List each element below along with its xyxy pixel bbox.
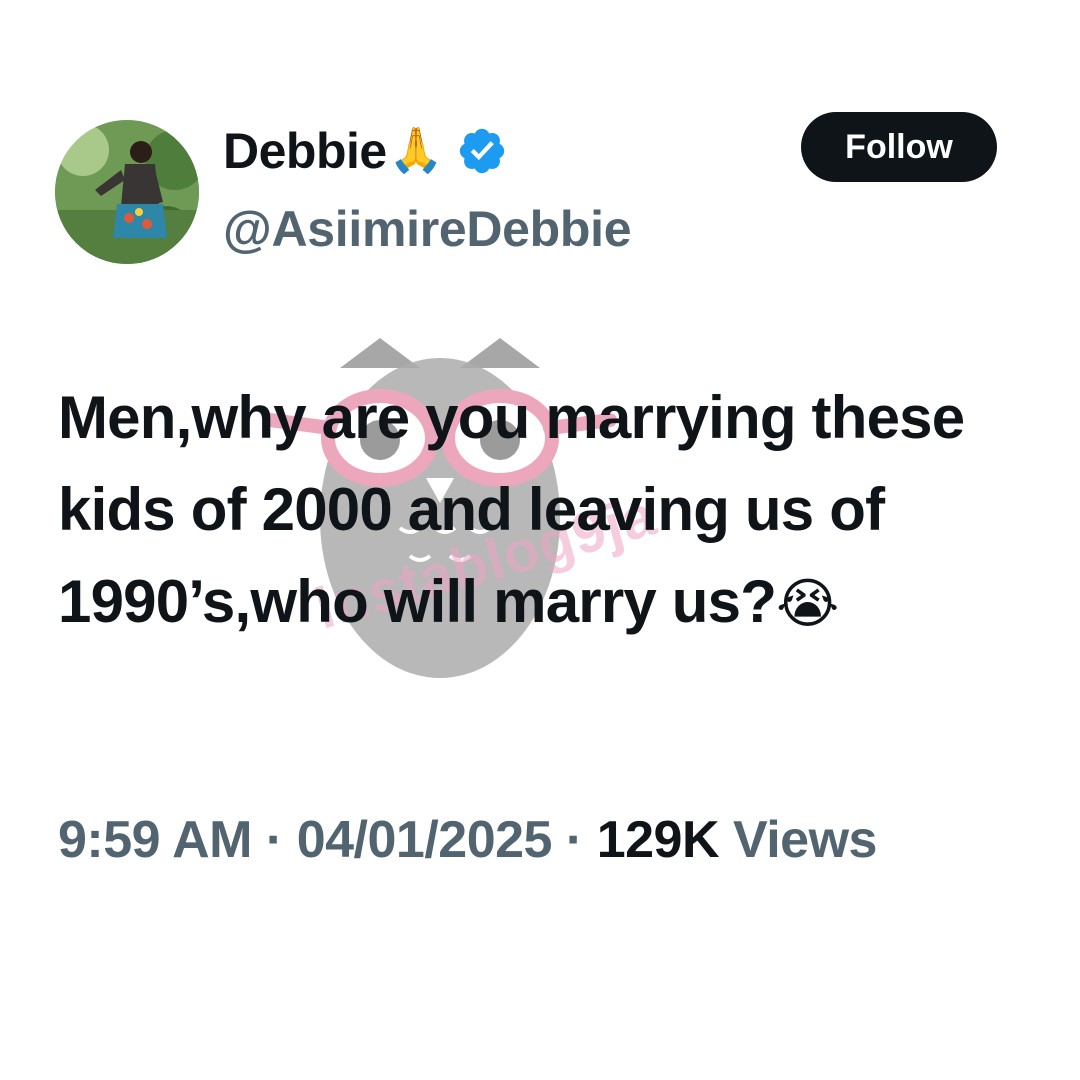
tweet-time[interactable]: 9:59 AM [58,811,252,869]
follow-button[interactable]: Follow [801,112,997,182]
avatar[interactable] [55,120,199,264]
verified-badge-icon [459,128,504,174]
tweet-card: Debbie 🙏 @AsiimireDebbie Follow instablo… [0,0,1080,1080]
display-name[interactable]: Debbie [223,118,387,184]
views-label[interactable]: Views [733,811,877,869]
tweet-meta: 9:59 AM · 04/01/2025 · 129K Views [58,804,1018,876]
author-name-row[interactable]: Debbie 🙏 [223,118,508,184]
author-handle[interactable]: @AsiimireDebbie [223,196,632,262]
profile-photo-icon [55,120,199,264]
views-count[interactable]: 129K [597,811,720,869]
crying-face-emoji: 😭 [776,574,839,634]
praying-hands-emoji: 🙏 [388,126,444,175]
tweet-date[interactable]: 04/01/2025 [297,811,553,869]
meta-separator: · [265,811,283,869]
meta-separator: · [565,811,583,869]
tweet-text: Men,why are you marrying these kids of 2… [58,372,1048,650]
